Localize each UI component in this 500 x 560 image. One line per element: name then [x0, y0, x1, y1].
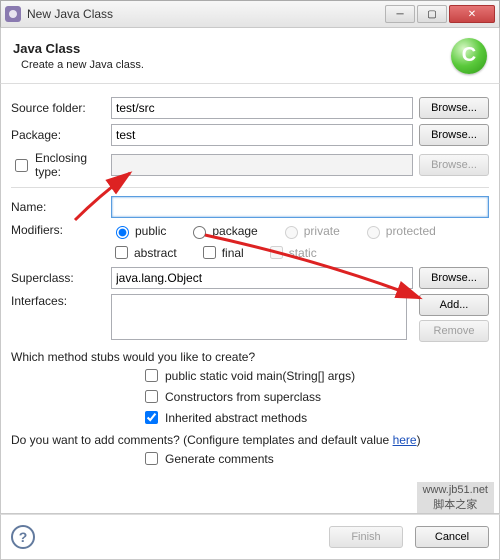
stub-constructors-checkbox[interactable] [145, 390, 158, 403]
footer: ? Finish Cancel [0, 514, 500, 560]
superclass-browse-button[interactable]: Browse... [419, 267, 489, 289]
interfaces-remove-button: Remove [419, 320, 489, 342]
modifier-private-radio [285, 226, 298, 239]
comments-question: Do you want to add comments? (Configure … [11, 433, 489, 447]
content-area: Source folder: Browse... Package: Browse… [0, 84, 500, 514]
finish-button: Finish [329, 526, 403, 548]
watermark: www.jb51.net 脚本之家 [417, 482, 494, 514]
superclass-input[interactable] [111, 267, 413, 289]
interfaces-add-button[interactable]: Add... [419, 294, 489, 316]
stub-inherited-checkbox[interactable] [145, 411, 158, 424]
maximize-button[interactable]: ▢ [417, 5, 447, 23]
modifier-package-radio[interactable] [193, 226, 206, 239]
banner-desc: Create a new Java class. [13, 59, 144, 71]
banner-heading: Java Class [13, 41, 144, 56]
enclosing-type-input [111, 154, 413, 176]
minimize-button[interactable]: ─ [385, 5, 415, 23]
banner: Java Class Create a new Java class. C [0, 28, 500, 84]
stub-main-checkbox[interactable] [145, 369, 158, 382]
modifiers-label: Modifiers: [11, 223, 111, 237]
enclosing-type-checkbox[interactable] [15, 159, 28, 172]
name-label: Name: [11, 200, 111, 214]
enclosing-browse-button: Browse... [419, 154, 489, 176]
modifier-abstract-checkbox[interactable] [115, 246, 128, 259]
package-input[interactable] [111, 124, 413, 146]
cancel-button[interactable]: Cancel [415, 526, 489, 548]
name-input[interactable] [111, 196, 489, 218]
modifier-static-checkbox [270, 246, 283, 259]
modifier-protected-radio [367, 226, 380, 239]
source-folder-browse-button[interactable]: Browse... [419, 97, 489, 119]
package-label: Package: [11, 128, 111, 142]
configure-here-link[interactable]: here [393, 433, 417, 447]
help-icon[interactable]: ? [11, 525, 35, 549]
close-button[interactable]: ✕ [449, 5, 495, 23]
source-folder-input[interactable] [111, 97, 413, 119]
generate-comments-checkbox[interactable] [145, 452, 158, 465]
interfaces-list[interactable] [111, 294, 407, 340]
package-browse-button[interactable]: Browse... [419, 124, 489, 146]
interfaces-label: Interfaces: [11, 294, 111, 308]
titlebar: New Java Class ─ ▢ ✕ [0, 0, 500, 28]
modifier-final-checkbox[interactable] [203, 246, 216, 259]
stubs-question: Which method stubs would you like to cre… [11, 350, 489, 364]
window-title: New Java Class [27, 7, 383, 21]
superclass-label: Superclass: [11, 271, 111, 285]
source-folder-label: Source folder: [11, 101, 111, 115]
modifier-public-radio[interactable] [116, 226, 129, 239]
class-icon: C [451, 38, 487, 74]
enclosing-type-label: Enclosing type: [35, 151, 111, 179]
eclipse-icon [5, 6, 21, 22]
